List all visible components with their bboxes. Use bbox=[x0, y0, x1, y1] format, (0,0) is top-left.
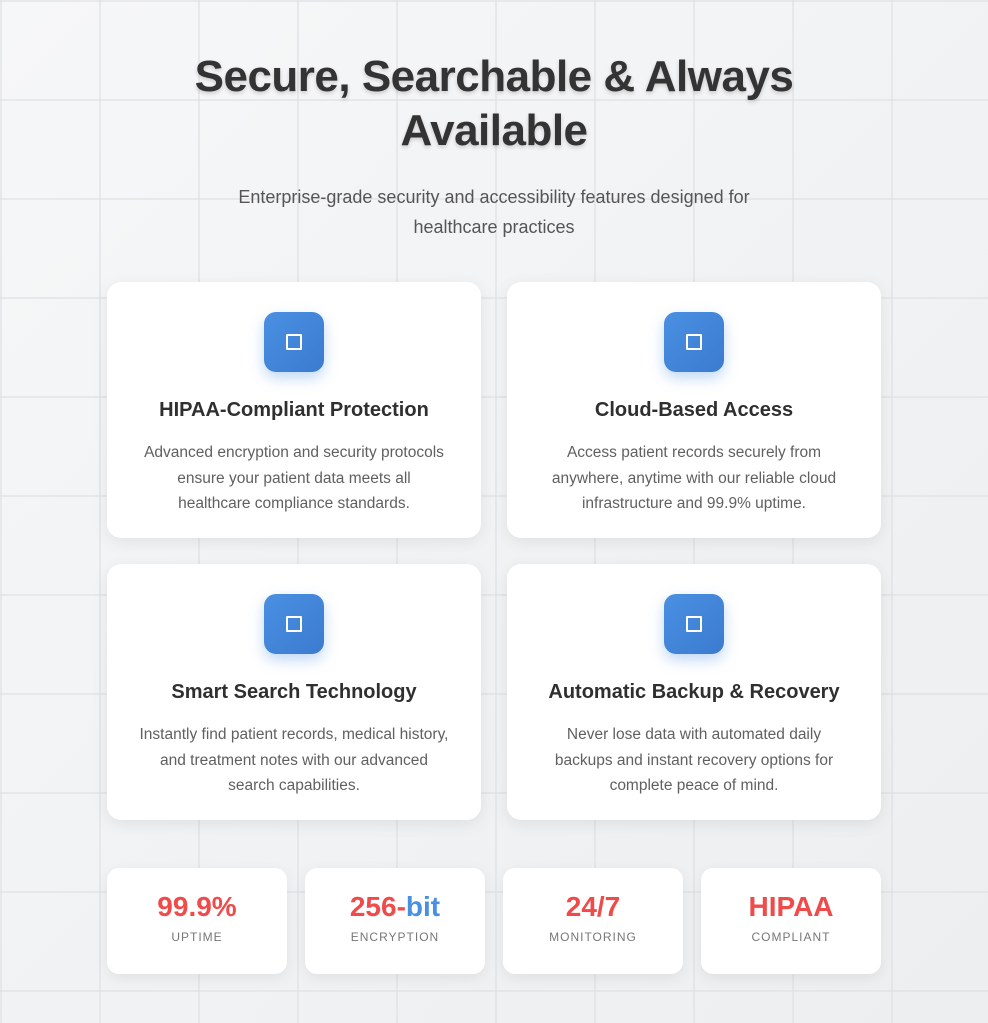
feature-card-hipaa: HIPAA-Compliant Protection Advanced encr… bbox=[107, 282, 481, 538]
feature-title: Automatic Backup & Recovery bbox=[548, 681, 840, 703]
feature-card-cloud: Cloud-Based Access Access patient record… bbox=[507, 282, 881, 538]
feature-description: Advanced encryption and security protoco… bbox=[144, 444, 444, 512]
feature-description: Instantly find patient records, medical … bbox=[139, 726, 449, 794]
stat-label: ENCRYPTION bbox=[350, 930, 440, 944]
feature-card-search: Smart Search Technology Instantly find p… bbox=[107, 564, 481, 820]
stat-value: 256-bit bbox=[349, 891, 441, 922]
square-icon bbox=[686, 616, 702, 632]
stat-card-compliant: HIPAA COMPLIANT bbox=[701, 868, 881, 974]
feature-title: HIPAA-Compliant Protection bbox=[159, 399, 429, 421]
stat-card-encryption: 256-bit ENCRYPTION bbox=[305, 868, 485, 974]
square-icon bbox=[286, 616, 302, 632]
stat-value: 99.9% bbox=[157, 891, 237, 922]
feature-title: Cloud-Based Access bbox=[594, 399, 794, 421]
square-icon bbox=[686, 334, 702, 350]
feature-title: Smart Search Technology bbox=[171, 681, 417, 703]
page-subtitle: Enterprise-grade security and accessibil… bbox=[238, 187, 750, 237]
stat-label: COMPLIANT bbox=[751, 930, 831, 944]
page-title: Secure, Searchable & Always Available bbox=[194, 52, 794, 155]
feature-icon-box bbox=[264, 312, 324, 372]
square-icon bbox=[286, 334, 302, 350]
stat-value: 24/7 bbox=[565, 891, 621, 922]
feature-icon-box bbox=[664, 594, 724, 654]
stat-value: HIPAA bbox=[748, 891, 834, 922]
page-header: Secure, Searchable & Always Available En… bbox=[0, 50, 988, 242]
feature-icon-box bbox=[664, 312, 724, 372]
stat-card-uptime: 99.9% UPTIME bbox=[107, 868, 287, 974]
feature-card-backup: Automatic Backup & Recovery Never lose d… bbox=[507, 564, 881, 820]
stat-label: UPTIME bbox=[171, 930, 223, 944]
stat-label: MONITORING bbox=[549, 930, 637, 944]
stat-card-monitoring: 24/7 MONITORING bbox=[503, 868, 683, 974]
feature-description: Access patient records securely from any… bbox=[551, 444, 837, 512]
feature-description: Never lose data with automated daily bac… bbox=[554, 726, 834, 794]
feature-icon-box bbox=[264, 594, 324, 654]
